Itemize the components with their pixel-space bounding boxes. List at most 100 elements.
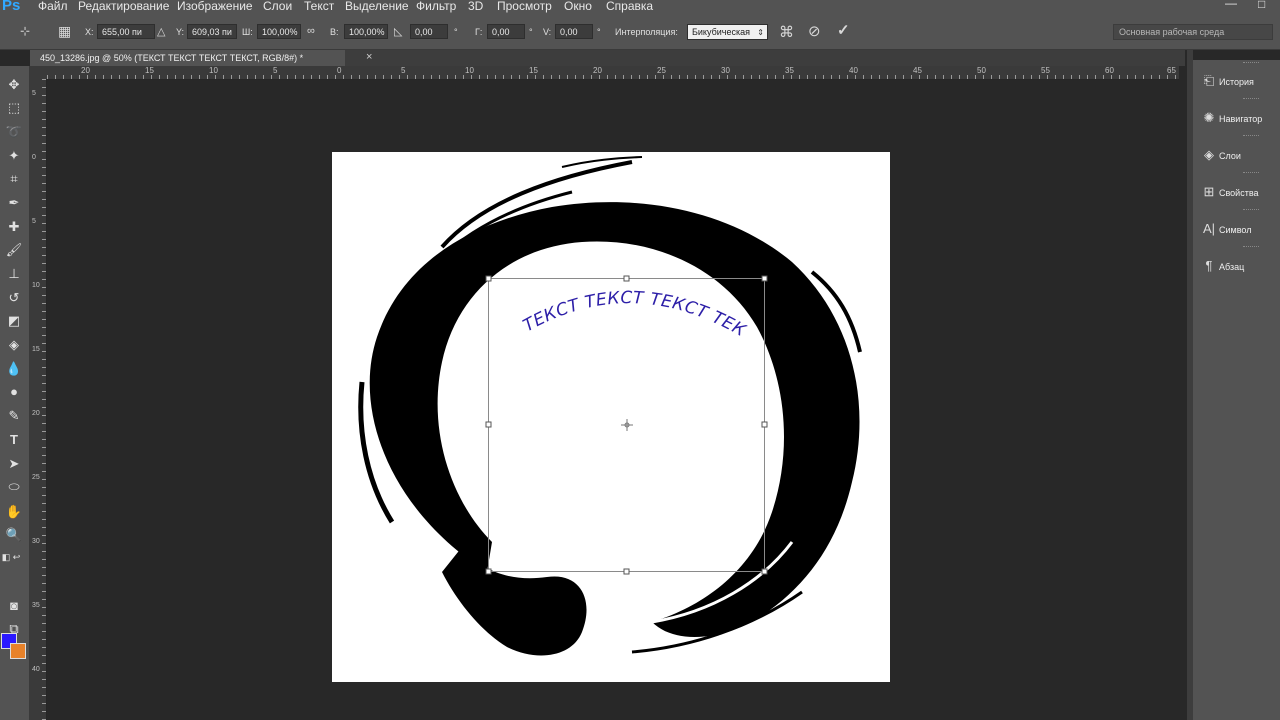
- close-tab-icon[interactable]: ×: [366, 51, 372, 63]
- x-field[interactable]: 655,00 пи: [97, 24, 155, 39]
- interpolation-select[interactable]: Бикубическая ⇕: [687, 24, 768, 40]
- zoom-tool-icon[interactable]: 🔍: [3, 525, 25, 545]
- warp-mode-icon[interactable]: ⌘: [779, 23, 794, 41]
- ruler-label: 15: [32, 346, 40, 353]
- menu-window[interactable]: Окно: [564, 0, 592, 13]
- marquee-tool-icon[interactable]: ⬚: [3, 98, 25, 118]
- menu-help[interactable]: Справка: [606, 0, 653, 13]
- ruler-label: 10: [465, 66, 474, 75]
- width-field[interactable]: 100,00%: [257, 24, 301, 39]
- x-label: X:: [85, 27, 94, 37]
- crop-tool-icon[interactable]: ⌗: [3, 169, 25, 189]
- ellipse-tool-icon[interactable]: ⬭: [3, 477, 25, 497]
- panel-grip[interactable]: [1243, 172, 1259, 175]
- h-skew-label: Г:: [475, 27, 483, 37]
- ruler-label: 10: [32, 282, 40, 289]
- height-field[interactable]: 100,00%: [344, 24, 388, 39]
- swap-colors-icon[interactable]: ◧ ↩: [0, 547, 22, 567]
- menu-view[interactable]: Просмотр: [497, 0, 552, 13]
- angle-field[interactable]: 0,00: [410, 24, 448, 39]
- ruler-label: 30: [32, 538, 40, 545]
- character-icon: A|: [1202, 221, 1216, 236]
- ruler-label: 0: [32, 154, 36, 161]
- panel-label: Свойства: [1219, 188, 1259, 198]
- history-brush-tool-icon[interactable]: ↺: [3, 288, 25, 308]
- ruler-label: 25: [32, 474, 40, 481]
- document-canvas[interactable]: ТЕКСТ ТЕКСТ ТЕКСТ ТЕКСТ: [332, 152, 890, 682]
- link-icon[interactable]: ∞: [307, 25, 315, 37]
- panel-grip[interactable]: [1243, 209, 1259, 212]
- minimize-icon[interactable]: —: [1225, 0, 1237, 10]
- interpolation-value: Бикубическая: [692, 27, 750, 37]
- path-selection-tool-icon[interactable]: ➤: [3, 454, 25, 474]
- photoshop-logo: Ps: [2, 0, 21, 14]
- background-color-swatch[interactable]: [10, 643, 26, 659]
- ruler-label: 15: [145, 66, 154, 75]
- panel-label: История: [1219, 77, 1254, 87]
- clone-stamp-tool-icon[interactable]: ⊥: [3, 264, 25, 284]
- document-tab[interactable]: 450_13286.jpg @ 50% (ТЕКСТ ТЕКСТ ТЕКСТ Т…: [30, 50, 345, 66]
- eraser-tool-icon[interactable]: ◩: [3, 311, 25, 331]
- menu-filter[interactable]: Фильтр: [416, 0, 456, 13]
- workspace-selector[interactable]: Основная рабочая среда: [1113, 24, 1273, 40]
- magic-wand-tool-icon[interactable]: ✦: [3, 146, 25, 166]
- h-skew-field[interactable]: 0,00: [487, 24, 525, 39]
- menu-file[interactable]: Файл: [38, 0, 68, 13]
- ruler-label: 35: [785, 66, 794, 75]
- menu-bar: Ps Файл Редактирование Изображение Слои …: [0, 0, 1280, 14]
- ruler-label: 50: [977, 66, 986, 75]
- commit-transform-icon[interactable]: ✓: [837, 21, 850, 39]
- blur-tool-icon[interactable]: 💧: [3, 359, 25, 379]
- panel-properties[interactable]: ⊞ Свойства: [1199, 180, 1279, 204]
- w-label: Ш:: [242, 27, 253, 37]
- maximize-icon[interactable]: □: [1258, 0, 1265, 11]
- horizontal-ruler[interactable]: 20 15 10 5 0 5 10 15 20 25 30 35 40 45 5…: [47, 66, 1179, 80]
- ruler-label: 5: [401, 66, 406, 75]
- dodge-tool-icon[interactable]: ●: [3, 382, 25, 402]
- menu-edit[interactable]: Редактирование: [78, 0, 169, 13]
- pen-tool-icon[interactable]: ✎: [3, 406, 25, 426]
- panel-grip[interactable]: [1243, 62, 1259, 65]
- move-tool-icon[interactable]: ✥: [3, 75, 25, 95]
- panel-grip[interactable]: [1243, 98, 1259, 101]
- lasso-tool-icon[interactable]: ➰: [3, 122, 25, 142]
- y-label: Y:: [176, 27, 185, 37]
- healing-brush-tool-icon[interactable]: ✚: [3, 217, 25, 237]
- panel-character[interactable]: A| Символ: [1199, 217, 1279, 241]
- panel-label: Слои: [1219, 151, 1241, 161]
- type-tool-icon[interactable]: T: [3, 430, 25, 450]
- menu-3d[interactable]: 3D: [468, 0, 483, 13]
- delta-icon[interactable]: △: [157, 25, 165, 38]
- panel-navigator[interactable]: ✺ Навигатор: [1199, 106, 1279, 130]
- menu-type[interactable]: Текст: [304, 0, 334, 13]
- transform-tool-icon[interactable]: ⊹: [20, 24, 30, 38]
- vertical-ruler[interactable]: 5 0 5 10 15 20 25 30 35 40: [30, 79, 47, 720]
- panel-history[interactable]: ⎗ История: [1199, 69, 1279, 93]
- ruler-label: 40: [849, 66, 858, 75]
- brush-tool-icon[interactable]: 🖌: [3, 240, 25, 260]
- navigator-icon: ✺: [1203, 110, 1215, 125]
- quick-mask-icon[interactable]: ◙: [3, 596, 25, 616]
- paint-bucket-tool-icon[interactable]: ◈: [3, 335, 25, 355]
- menu-image[interactable]: Изображение: [177, 0, 253, 13]
- panel-layers[interactable]: ◈ Слои: [1199, 143, 1279, 167]
- angle-degree: °: [454, 27, 458, 37]
- ruler-origin[interactable]: [30, 66, 47, 79]
- menu-layers[interactable]: Слои: [263, 0, 292, 13]
- cancel-transform-icon[interactable]: ⊘: [808, 22, 821, 40]
- panel-grip[interactable]: [1243, 246, 1259, 249]
- layers-icon: ◈: [1204, 147, 1214, 162]
- ruler-label: 65: [1167, 66, 1176, 75]
- v-skew-field[interactable]: 0,00: [555, 24, 593, 39]
- angle-icon: ◺: [394, 26, 403, 38]
- panel-paragraph[interactable]: ¶ Абзац: [1199, 254, 1279, 278]
- panel-grip[interactable]: [1243, 135, 1259, 138]
- hand-tool-icon[interactable]: ✋: [3, 502, 25, 522]
- h-label: В:: [330, 27, 339, 37]
- menu-select[interactable]: Выделение: [345, 0, 409, 13]
- reference-point-icon[interactable]: ▦: [58, 23, 71, 40]
- screen-mode-icon[interactable]: ⧉: [3, 619, 25, 639]
- v-skew-label: V:: [543, 27, 552, 37]
- y-field[interactable]: 609,03 пи: [187, 24, 237, 39]
- eyedropper-tool-icon[interactable]: ✒: [3, 193, 25, 213]
